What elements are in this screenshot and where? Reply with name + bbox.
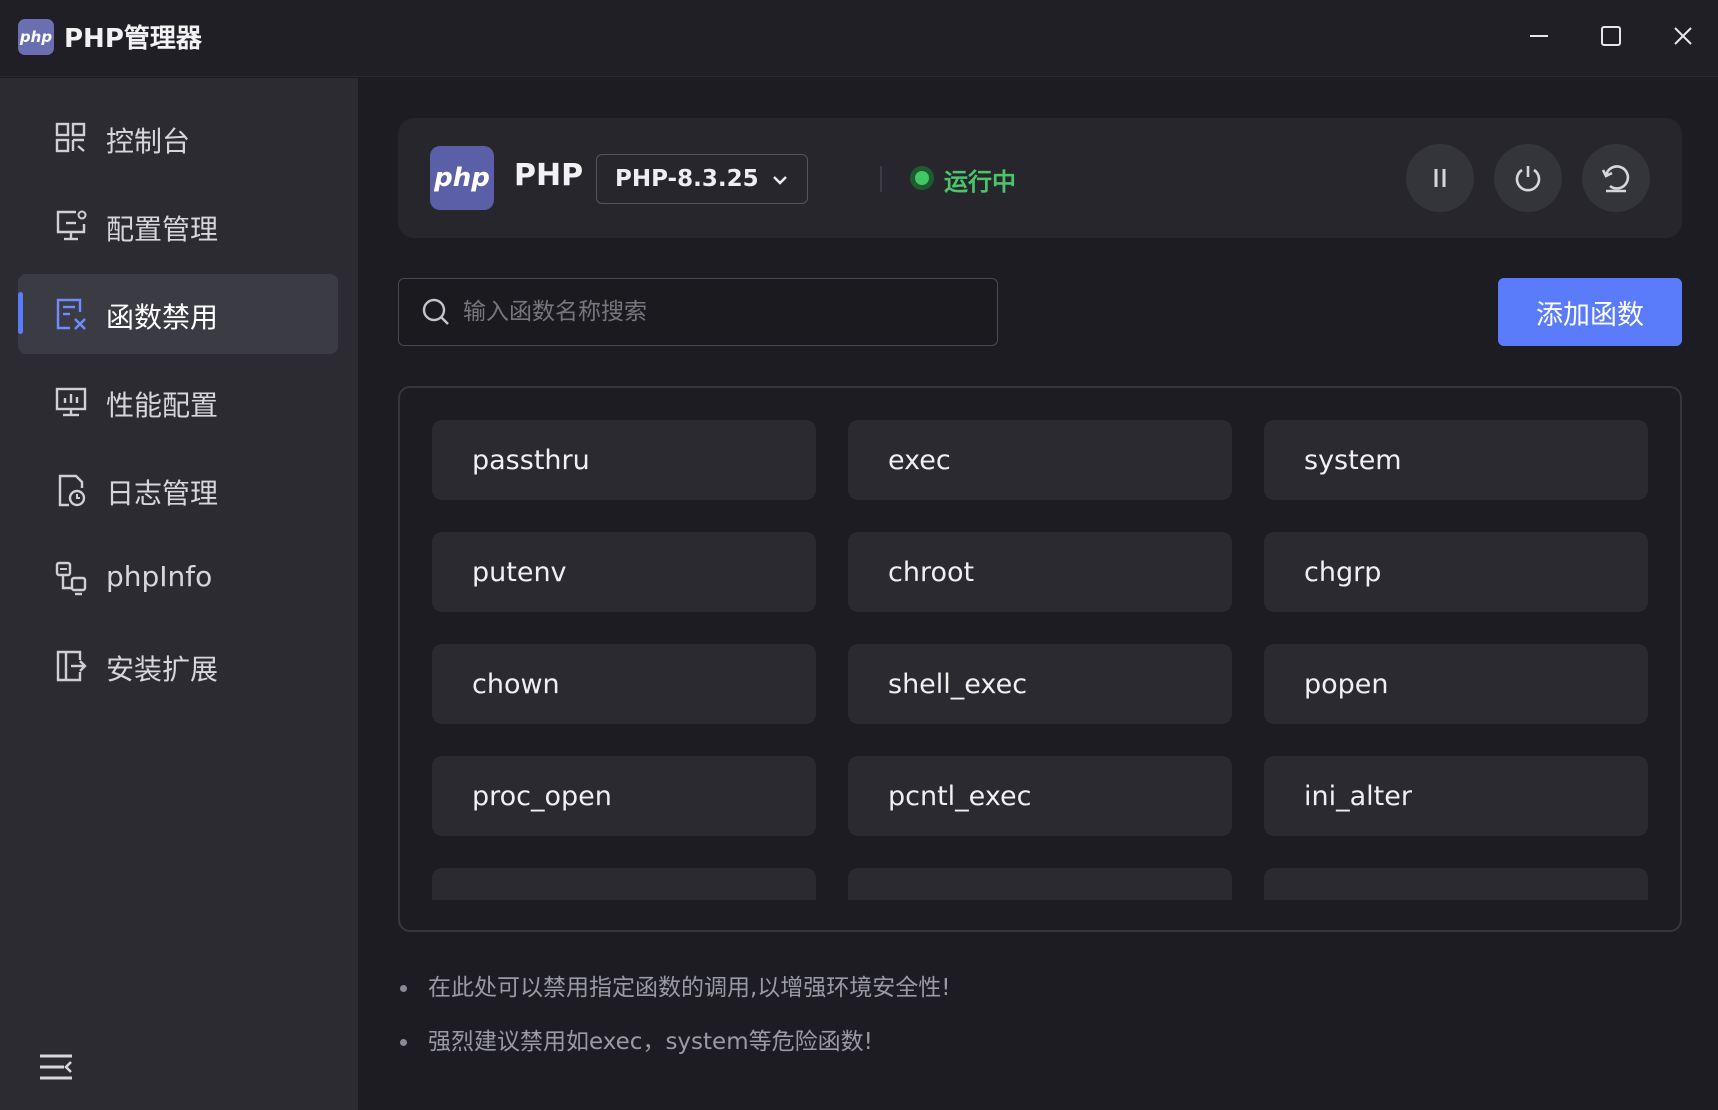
sidebar-item-label: 配置管理	[106, 213, 219, 246]
power-icon	[1515, 166, 1541, 192]
sidebar-item-phpinfo[interactable]: phpInfo	[18, 538, 338, 618]
app-title: PHP管理器	[64, 24, 202, 54]
sidebar-item-label: 安装扩展	[106, 653, 219, 686]
function-disable-icon	[56, 298, 86, 330]
sidebar-item-label: 控制台	[106, 125, 191, 158]
function-item-partial[interactable]	[848, 868, 1232, 900]
function-list-panel: passthru exec system putenv chroot chgrp chown…	[398, 386, 1682, 932]
divider	[880, 166, 882, 192]
sidebar-item-label: phpInfo	[106, 560, 213, 593]
sidebar-item-install-extension[interactable]: 安装扩展	[18, 626, 338, 706]
version-select[interactable]: PHP-8.3.25	[596, 154, 808, 204]
search-input[interactable]	[461, 279, 981, 345]
add-function-button[interactable]: 添加函数	[1498, 278, 1682, 346]
php-logo-icon: php	[430, 146, 494, 210]
function-item[interactable]: chroot	[848, 532, 1232, 612]
close-button[interactable]	[1658, 14, 1708, 58]
function-item[interactable]: popen	[1264, 644, 1648, 724]
close-icon	[1674, 27, 1692, 45]
pause-button[interactable]	[1406, 144, 1474, 212]
function-item[interactable]: chgrp	[1264, 532, 1648, 612]
performance-icon	[55, 387, 87, 417]
function-item[interactable]: ini_alter	[1264, 756, 1648, 836]
function-item-partial[interactable]	[432, 868, 816, 900]
active-indicator	[18, 292, 23, 334]
title-bar: php PHP管理器	[0, 0, 1718, 77]
config-monitor-icon	[56, 210, 87, 241]
sidebar-item-function-disable[interactable]: 函数禁用	[18, 274, 338, 354]
install-extension-icon	[56, 650, 87, 682]
tip-text: 在此处可以禁用指定函数的调用,以增强环境安全性!	[398, 968, 951, 1022]
minimize-button[interactable]	[1514, 14, 1564, 58]
search-icon	[422, 298, 449, 325]
phpinfo-icon	[55, 561, 87, 596]
php-logo-icon: php	[18, 19, 54, 55]
sidebar-item-performance[interactable]: 性能配置	[18, 362, 338, 442]
php-status-card: php PHP PHP-8.3.25 运行中	[398, 118, 1682, 238]
sidebar-item-dashboard[interactable]: 控制台	[18, 98, 338, 178]
php-label: PHP	[514, 158, 584, 193]
sidebar-item-label: 日志管理	[106, 477, 219, 510]
function-item[interactable]: proc_open	[432, 756, 816, 836]
restart-icon	[1601, 165, 1630, 193]
tip-text: 强烈建议禁用如exec，system等危险函数!	[398, 1022, 951, 1076]
chevron-down-icon	[773, 176, 787, 185]
menu-collapse-icon[interactable]	[38, 1052, 74, 1082]
sidebar-item-config[interactable]: 配置管理	[18, 186, 338, 266]
version-value: PHP-8.3.25	[615, 166, 759, 192]
restart-button[interactable]	[1582, 144, 1650, 212]
minimize-icon	[1530, 35, 1548, 37]
main-content: php PHP PHP-8.3.25 运行中 输入函数名称搜索 添加函数 pas…	[358, 78, 1718, 1110]
log-file-icon	[58, 474, 86, 507]
function-item[interactable]: pcntl_exec	[848, 756, 1232, 836]
function-item[interactable]: system	[1264, 420, 1648, 500]
power-button[interactable]	[1494, 144, 1562, 212]
sidebar: 控制台 配置管理 函数禁用 性能配置 日志管理 phpInfo 安装扩展	[0, 78, 358, 1110]
maximize-button[interactable]	[1586, 14, 1636, 58]
status-text: 运行中	[944, 168, 1016, 196]
function-item[interactable]: putenv	[432, 532, 816, 612]
function-item[interactable]: passthru	[432, 420, 816, 500]
maximize-icon	[1601, 26, 1621, 46]
pause-icon	[1434, 169, 1446, 187]
sidebar-item-label: 函数禁用	[106, 301, 219, 334]
function-grid: passthru exec system putenv chroot chgrp chown…	[432, 420, 1650, 900]
dashboard-icon	[55, 122, 86, 153]
function-item[interactable]: exec	[848, 420, 1232, 500]
tips: 在此处可以禁用指定函数的调用,以增强环境安全性! 强烈建议禁用如exec，sys…	[398, 968, 951, 1076]
function-item[interactable]: chown	[432, 644, 816, 724]
sidebar-item-label: 性能配置	[106, 389, 219, 422]
status-dot-icon	[910, 166, 934, 190]
function-item-partial[interactable]	[1264, 868, 1648, 900]
function-item[interactable]: shell_exec	[848, 644, 1232, 724]
sidebar-item-logs[interactable]: 日志管理	[18, 450, 338, 530]
search-box	[398, 278, 998, 346]
